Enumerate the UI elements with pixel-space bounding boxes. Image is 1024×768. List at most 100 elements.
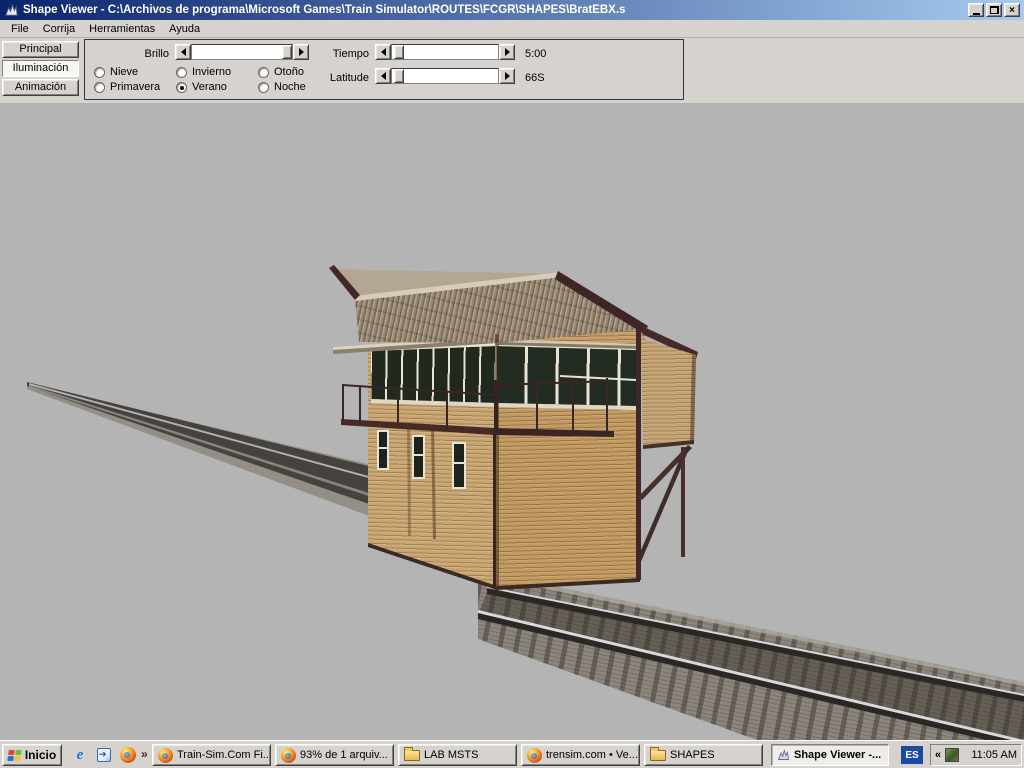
- radio-circle[interactable]: [94, 82, 105, 93]
- brightness-right-arrow[interactable]: [293, 44, 309, 60]
- left-triangle-icon: [377, 72, 386, 80]
- radio-invierno[interactable]: Invierno: [176, 66, 231, 78]
- menu-item-ayuda[interactable]: Ayuda: [162, 21, 207, 37]
- signalbox-strut-post: [681, 447, 685, 557]
- shape-viewer-icon: [777, 749, 790, 762]
- folder-icon: [650, 750, 666, 761]
- taskbar: Inicio e » Train-Sim.Com Fi... 93% de 1 …: [0, 740, 1024, 768]
- latitude-right-arrow[interactable]: [499, 68, 515, 84]
- start-button[interactable]: Inicio: [2, 744, 62, 766]
- time-left-arrow[interactable]: [375, 44, 391, 60]
- windows-logo-icon: [7, 750, 22, 761]
- brightness-label: Brillo: [105, 48, 169, 62]
- window-title: Shape Viewer - C:\Archivos de programa\M…: [23, 4, 968, 16]
- firefox-icon: [527, 748, 542, 763]
- right-triangle-icon: [299, 48, 308, 56]
- taskbar-button-trensim[interactable]: trensim.com • Ve...: [521, 744, 640, 766]
- railing-post: [359, 386, 361, 423]
- lower-window: [377, 430, 389, 470]
- taskbar-button-train-sim[interactable]: Train-Sim.Com Fi...: [152, 744, 271, 766]
- radio-label: Otoño: [274, 66, 304, 78]
- radio-circle-checked[interactable]: [176, 82, 187, 93]
- latitude-label: Latitude: [309, 72, 369, 86]
- brightness-track[interactable]: [191, 44, 293, 60]
- tab-principal[interactable]: Principal: [2, 41, 79, 58]
- restore-button[interactable]: [986, 3, 1002, 17]
- lower-window: [412, 435, 425, 479]
- tab-iluminacion[interactable]: Iluminación: [2, 60, 79, 77]
- time-right-arrow[interactable]: [499, 44, 515, 60]
- taskbar-button-download[interactable]: 93% de 1 arquiv...: [275, 744, 394, 766]
- radio-otono[interactable]: Otoño: [258, 66, 304, 78]
- task-button-label: 93% de 1 arquiv...: [300, 749, 388, 761]
- viewport-3d[interactable]: [0, 103, 1024, 740]
- latitude-left-arrow[interactable]: [375, 68, 391, 84]
- radio-circle[interactable]: [258, 82, 269, 93]
- right-triangle-icon: [505, 72, 514, 80]
- close-button[interactable]: ×: [1004, 3, 1020, 17]
- minimize-button[interactable]: [968, 3, 984, 17]
- brightness-thumb[interactable]: [282, 45, 292, 59]
- time-track[interactable]: [391, 44, 499, 60]
- tab-animacion[interactable]: Animación: [2, 79, 79, 96]
- railing-corner-post: [494, 380, 498, 434]
- folder-icon: [404, 750, 420, 761]
- radio-label: Invierno: [192, 66, 231, 78]
- menu-item-herramientas[interactable]: Herramientas: [82, 21, 162, 37]
- signalbox-downpipe: [493, 434, 496, 588]
- task-button-label: Shape Viewer -...: [794, 749, 881, 761]
- menu-item-file[interactable]: File: [4, 21, 36, 37]
- browser-orb-icon[interactable]: [118, 745, 138, 765]
- railing-post: [572, 379, 574, 431]
- firefox-icon: [158, 748, 173, 763]
- brightness-left-arrow[interactable]: [175, 44, 191, 60]
- menu-bar: File Corrija Herramientas Ayuda: [0, 20, 1024, 38]
- latitude-thumb[interactable]: [394, 69, 404, 83]
- brightness-scrollbar: [175, 44, 309, 60]
- task-button-label: trensim.com • Ve...: [546, 749, 638, 761]
- lighting-panel: Brillo Nieve Invierno Otoño Primavera Ve…: [84, 39, 684, 100]
- radio-label: Primavera: [110, 81, 160, 93]
- system-tray: « 11:05 AM: [930, 744, 1022, 766]
- lower-window: [452, 442, 466, 489]
- right-triangle-icon: [505, 48, 514, 56]
- radio-label: Nieve: [110, 66, 138, 78]
- left-triangle-icon: [377, 48, 386, 56]
- page-arrow-icon: [97, 748, 111, 762]
- task-button-label: Train-Sim.Com Fi...: [177, 749, 271, 761]
- time-value: 5:00: [525, 48, 546, 62]
- shape-viewer-icon: [4, 3, 19, 18]
- task-button-label: LAB MSTS: [424, 749, 478, 761]
- latitude-track[interactable]: [391, 68, 499, 84]
- radio-verano[interactable]: Verano: [176, 81, 227, 93]
- radio-circle[interactable]: [94, 67, 105, 78]
- railing-post: [606, 378, 608, 433]
- time-thumb[interactable]: [394, 45, 404, 59]
- left-triangle-icon: [177, 48, 186, 56]
- internet-explorer-icon[interactable]: e: [70, 745, 90, 765]
- task-button-label: SHAPES: [670, 749, 715, 761]
- tray-chevron[interactable]: «: [935, 749, 941, 761]
- radio-primavera[interactable]: Primavera: [94, 81, 160, 93]
- time-scrollbar: [375, 44, 515, 60]
- time-label: Tiempo: [309, 48, 369, 62]
- railing-post: [536, 380, 538, 431]
- title-bar[interactable]: Shape Viewer - C:\Archivos de programa\M…: [0, 0, 1024, 20]
- radio-circle[interactable]: [258, 67, 269, 78]
- taskbar-button-shapes[interactable]: SHAPES: [644, 744, 763, 766]
- taskbar-button-shape-viewer[interactable]: Shape Viewer -...: [771, 744, 889, 766]
- quick-launch-overflow-chevron[interactable]: »: [141, 747, 148, 761]
- taskbar-button-lab-msts[interactable]: LAB MSTS: [398, 744, 517, 766]
- radio-label: Verano: [192, 81, 227, 93]
- railing-post: [397, 388, 399, 426]
- menu-item-corrija[interactable]: Corrija: [36, 21, 82, 37]
- radio-nieve[interactable]: Nieve: [94, 66, 138, 78]
- tray-app-icon[interactable]: [945, 748, 959, 762]
- radio-circle[interactable]: [176, 67, 187, 78]
- latitude-scrollbar: [375, 68, 515, 84]
- railing-post: [446, 391, 448, 430]
- radio-noche[interactable]: Noche: [258, 81, 306, 93]
- firefox-icon: [281, 748, 296, 763]
- mail-launch-icon[interactable]: [94, 745, 114, 765]
- language-indicator[interactable]: ES: [901, 746, 923, 764]
